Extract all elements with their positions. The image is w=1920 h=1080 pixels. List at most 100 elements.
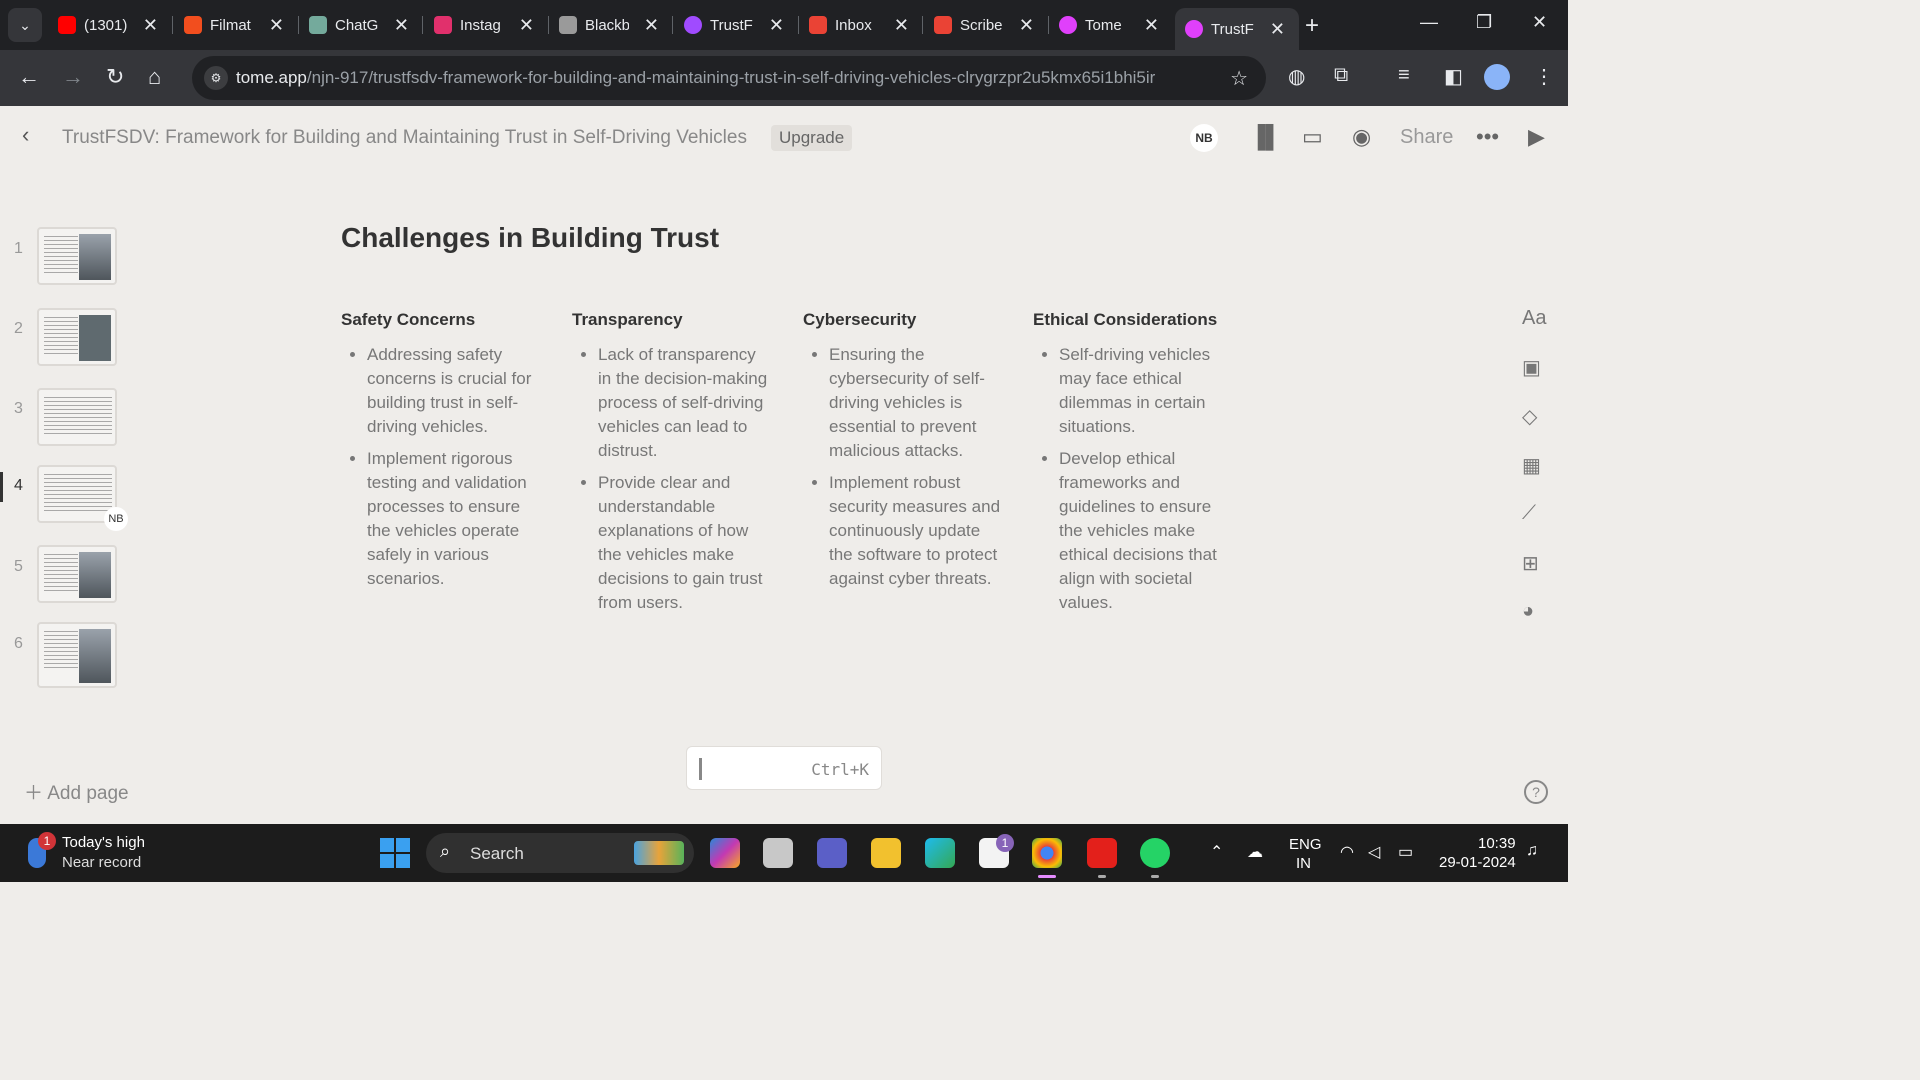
language-region[interactable]: IN (1296, 855, 1311, 872)
whatsapp-icon[interactable] (1140, 838, 1170, 868)
add-page-button[interactable]: ＋ Add page (24, 778, 129, 805)
chevron-up-icon[interactable]: ⌃ (1210, 842, 1223, 862)
comment-icon[interactable]: ▭ (1302, 124, 1323, 150)
clock-date[interactable]: 29-01-2024 (1439, 854, 1516, 871)
file-explorer-icon[interactable] (871, 838, 901, 868)
profile-avatar[interactable] (1484, 64, 1510, 90)
copilot-icon[interactable] (710, 838, 740, 868)
weather-subtitle[interactable]: Near record (62, 854, 141, 871)
share-button[interactable]: Share (1400, 126, 1453, 149)
extensions-icon[interactable]: ⧉ (1334, 64, 1348, 87)
add-page-label: Add page (47, 783, 129, 804)
home-icon[interactable]: ⌂ (148, 64, 161, 90)
battery-icon[interactable]: ▭ (1398, 842, 1413, 862)
media-icon[interactable]: ≡ (1398, 64, 1410, 87)
edge-icon[interactable] (925, 838, 955, 868)
windows-start-icon[interactable] (380, 838, 410, 868)
acrobat-icon[interactable] (1087, 838, 1117, 868)
tab-chatgpt[interactable]: ChatG ✕ (299, 8, 423, 42)
help-icon[interactable]: ? (1524, 780, 1548, 804)
site-settings-icon[interactable]: ⚙ (204, 66, 228, 90)
taskbar-search[interactable]: ⌕ Search (426, 833, 694, 873)
bookmark-star-icon[interactable]: ☆ (1230, 66, 1248, 91)
upgrade-button[interactable]: Upgrade (771, 125, 853, 151)
document-title[interactable]: TrustFSDV: Framework for Building and Ma… (62, 127, 747, 149)
tab-search-button[interactable]: ⌄ (8, 8, 42, 42)
notification-bell-icon[interactable]: ♫ (1526, 842, 1538, 860)
thumbnail-text (44, 474, 112, 514)
page-number: 6 (14, 635, 23, 652)
record-icon[interactable]: ◉ (1352, 124, 1371, 150)
tab-youtube[interactable]: (1301) ✕ (48, 8, 172, 42)
close-icon[interactable]: ✕ (769, 15, 784, 36)
column-safety[interactable]: Safety Concerns Addressing safety concer… (341, 310, 541, 599)
tab-tome[interactable]: Tome ✕ (1049, 8, 1173, 42)
window-close-icon[interactable]: ✕ (1532, 12, 1547, 33)
grid-icon[interactable]: ⊞ (1522, 551, 1539, 576)
close-icon[interactable]: ✕ (894, 15, 909, 36)
palette-icon[interactable]: ◕ (1522, 600, 1534, 623)
page-thumbnail-6[interactable] (37, 622, 117, 688)
menu-dots-icon[interactable]: ⋮ (1534, 64, 1554, 89)
play-icon[interactable]: ▶ (1528, 124, 1545, 150)
clock-time[interactable]: 10:39 (1478, 835, 1516, 852)
onedrive-icon[interactable]: ☁ (1247, 842, 1263, 862)
volume-icon[interactable]: ◁ (1368, 842, 1380, 862)
close-icon[interactable]: ✕ (1019, 15, 1034, 36)
new-tab-button[interactable]: + (1305, 12, 1319, 40)
column-ethics[interactable]: Ethical Considerations Self-driving vehi… (1033, 310, 1233, 623)
tab-instagram[interactable]: Instag ✕ (424, 8, 548, 42)
close-icon[interactable]: ✕ (1270, 19, 1285, 40)
column-cybersecurity[interactable]: Cybersecurity Ensuring the cybersecurity… (803, 310, 1003, 599)
tab-trustf-active[interactable]: TrustF ✕ (1175, 8, 1299, 50)
close-icon[interactable]: ✕ (644, 15, 659, 36)
close-icon[interactable]: ✕ (1144, 15, 1159, 36)
side-panel-icon[interactable]: ◧ (1444, 64, 1463, 89)
teams-icon[interactable] (817, 838, 847, 868)
close-icon[interactable]: ✕ (143, 15, 158, 36)
address-bar[interactable]: ⚙ tome.app/njn-917/trustfsdv-framework-f… (192, 56, 1266, 100)
page-thumbnail-3[interactable] (37, 388, 117, 446)
command-input[interactable]: Ctrl+K (686, 746, 882, 790)
tab-filmat[interactable]: Filmat ✕ (174, 8, 298, 42)
tab-inbox[interactable]: Inbox ✕ (799, 8, 923, 42)
tab-scribe[interactable]: Scribe ✕ (924, 8, 1048, 42)
tab-separator (422, 16, 423, 34)
chrome-icon[interactable] (1032, 838, 1062, 868)
column-transparency[interactable]: Transparency Lack of transparency in the… (572, 310, 772, 623)
close-icon[interactable]: ✕ (269, 15, 284, 36)
chart-icon[interactable]: ⟋ (1522, 502, 1536, 525)
tab-blackbox[interactable]: Blackb ✕ (549, 8, 673, 42)
page-thumbnail-5[interactable] (37, 545, 117, 603)
url-text[interactable]: tome.app/njn-917/trustfsdv-framework-for… (236, 68, 1196, 88)
analytics-icon[interactable]: ▐▌ (1250, 124, 1281, 150)
page-thumbnail-1[interactable] (37, 227, 117, 285)
restore-icon[interactable]: ❐ (1476, 12, 1492, 33)
chevron-left-icon[interactable]: ‹ (22, 122, 29, 148)
reload-icon[interactable]: ↻ (106, 64, 124, 90)
tab-trustf-gemini[interactable]: TrustF ✕ (674, 8, 798, 42)
close-icon[interactable]: ✕ (394, 15, 409, 36)
language-indicator[interactable]: ENG (1289, 836, 1322, 853)
page-thumbnail-2[interactable] (37, 308, 117, 366)
weather-title[interactable]: Today's high (62, 834, 145, 851)
slide-title[interactable]: Challenges in Building Trust (341, 222, 719, 254)
text-tool-button[interactable]: Aa (1522, 307, 1546, 330)
more-options-icon[interactable]: ••• (1476, 124, 1499, 150)
user-avatar[interactable]: NB (1190, 124, 1218, 152)
table-icon[interactable]: ▦ (1522, 453, 1541, 478)
thumbnail-text (44, 397, 112, 437)
image-icon[interactable]: ▣ (1522, 355, 1541, 380)
tab-title: Tome (1085, 16, 1122, 34)
back-icon[interactable]: ← (18, 64, 40, 90)
task-view-icon[interactable] (763, 838, 793, 868)
translate-icon[interactable]: ◍ (1288, 64, 1305, 89)
minimize-icon[interactable]: — (1420, 12, 1438, 33)
list-item: Addressing safety concerns is crucial fo… (367, 343, 541, 439)
page-number: 5 (14, 558, 23, 575)
forward-icon[interactable]: → (62, 64, 84, 90)
shapes-icon[interactable]: ◇ (1522, 404, 1537, 429)
close-icon[interactable]: ✕ (519, 15, 534, 36)
wifi-icon[interactable]: ◠ (1340, 842, 1354, 862)
thumbnail-text (44, 236, 78, 276)
